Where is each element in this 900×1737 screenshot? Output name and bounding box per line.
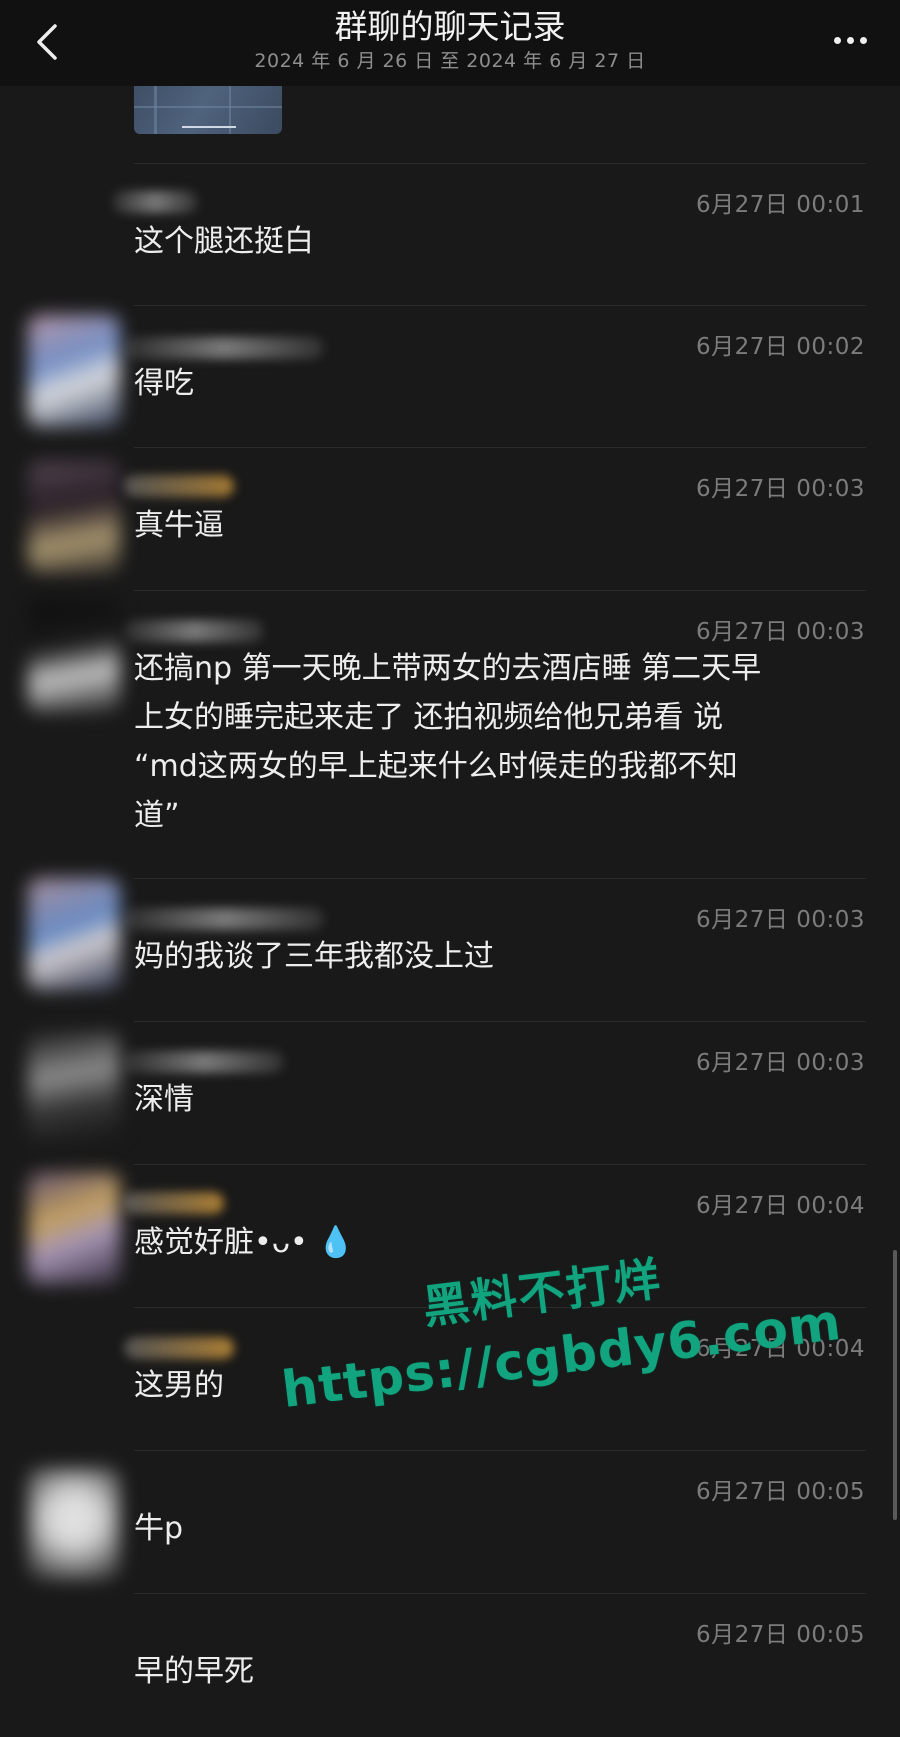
scrollbar[interactable] [893,1250,897,1520]
more-dots-icon [833,36,867,44]
page-title: 群聊的聊天记录 [334,7,566,46]
chat-message[interactable]: 6月27日 00:05 牛p [0,1450,900,1593]
message-time: 6月27日 00:03 [696,1050,865,1076]
sender-name-redacted [124,337,324,359]
message-time: 6月27日 00:03 [696,619,865,645]
sender-name-redacted [124,475,234,497]
message-list[interactable]: 6月27日 00:01 这个腿还挺白 6月27日 00:02 得吃 6月27日 … [0,86,900,1737]
message-time: 6月27日 00:05 [696,1479,865,1505]
chat-message[interactable]: 6月27日 00:03 妈的我谈了三年我都没上过 [0,878,900,1021]
back-button[interactable] [22,14,72,70]
message-time: 6月27日 00:04 [696,1193,865,1219]
avatar[interactable] [28,600,120,712]
divider [134,590,866,591]
message-text: 深情 [134,1082,194,1117]
message-time: 6月27日 00:02 [696,334,865,360]
message-text: 得吃 [134,366,194,401]
chat-message[interactable]: 6月27日 00:03 还搞np 第一天晚上带两女的去酒店睡 第二天早 上女的睡… [0,590,900,878]
avatar[interactable] [28,315,120,427]
divider [134,163,866,164]
message-text: 牛p [134,1511,184,1546]
chat-message[interactable]: 6月27日 00:03 深情 [0,1021,900,1164]
avatar[interactable] [28,1031,120,1143]
divider [134,305,866,306]
sender-name-redacted [124,620,264,642]
chevron-left-icon [37,24,57,60]
divider [134,1021,866,1022]
message-text: 这个腿还挺白 [134,224,314,259]
divider [134,1164,866,1165]
sender-name-redacted [124,908,324,930]
title-block: 群聊的聊天记录 2024 年 6 月 26 日 至 2024 年 6 月 27 … [150,6,750,74]
message-text: 还搞np 第一天晚上带两女的去酒店睡 第二天早 上女的睡完起来走了 还拍视频给他… [134,651,762,833]
avatar[interactable] [28,878,120,990]
chat-message[interactable]: 6月27日 00:05 早的早死 [0,1593,900,1737]
message-time: 6月27日 00:01 [696,192,865,218]
avatar[interactable] [28,461,120,573]
avatar[interactable] [28,1468,120,1580]
message-text: 妈的我谈了三年我都没上过 [134,939,494,974]
chat-message[interactable]: 6月27日 00:01 这个腿还挺白 [0,163,900,305]
message-time: 6月27日 00:03 [696,476,865,502]
date-range: 2024 年 6 月 26 日 至 2024 年 6 月 27 日 [254,50,646,72]
more-button[interactable] [822,22,878,58]
message-time: 6月27日 00:03 [696,907,865,933]
chat-message[interactable]: 6月27日 00:02 得吃 [0,305,900,447]
divider [134,878,866,879]
sender-name-redacted [112,191,198,213]
message-text: 早的早死 [134,1654,254,1689]
sender-name-redacted [124,1051,284,1073]
top-nav-bar: 群聊的聊天记录 2024 年 6 月 26 日 至 2024 年 6 月 27 … [0,0,900,86]
chat-message[interactable]: 6月27日 00:03 真牛逼 [0,447,900,590]
divider [134,1593,866,1594]
image-message-thumbnail[interactable] [134,86,282,134]
divider [134,447,866,448]
avatar[interactable] [28,1172,120,1284]
sender-name-redacted [124,1337,234,1359]
message-text: 真牛逼 [134,508,224,543]
message-time: 6月27日 00:05 [696,1622,865,1648]
sender-name-redacted [124,1192,224,1214]
